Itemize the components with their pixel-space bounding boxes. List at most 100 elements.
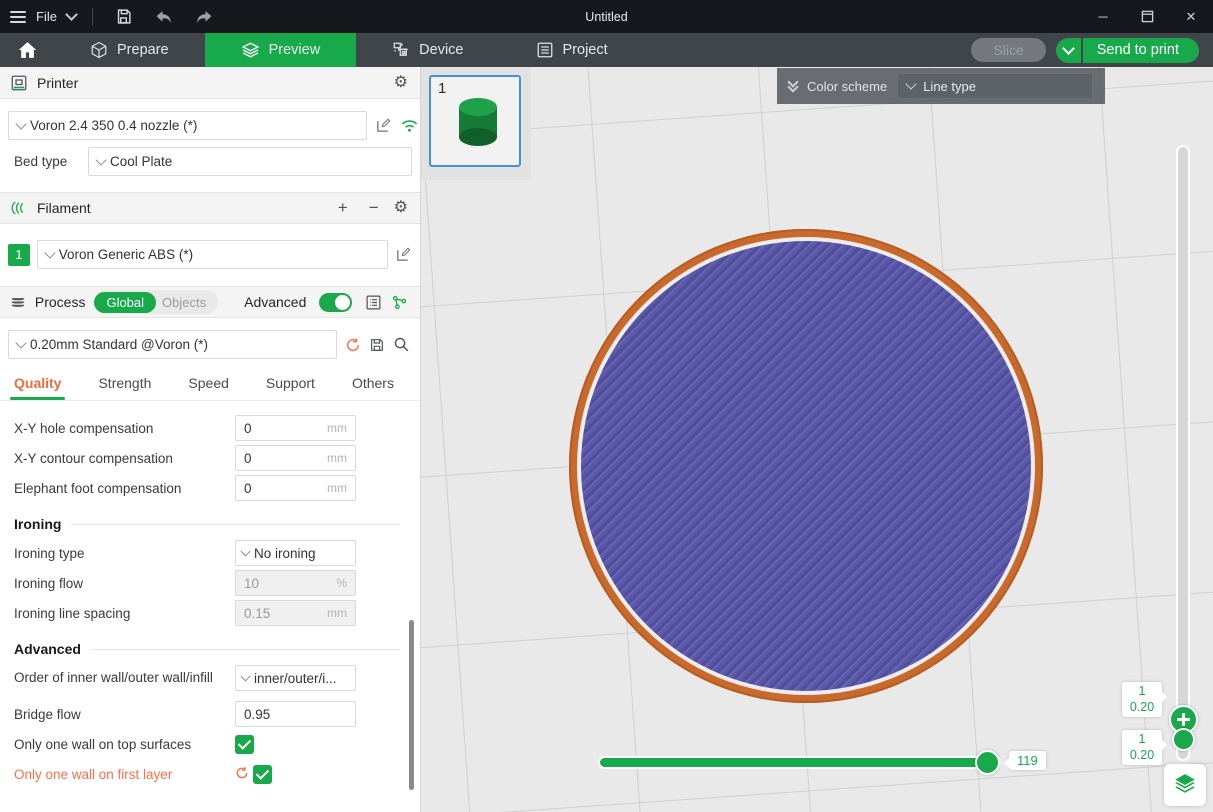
process-preset-select[interactable]: 0.20mm Standard @Voron (*) <box>8 330 337 359</box>
add-filament-button[interactable]: + <box>332 198 354 218</box>
xy-contour-compensation-input[interactable]: 0 mm <box>235 445 356 471</box>
move-slider-value: 119 <box>1009 751 1046 770</box>
layer-tooltip-bottom: 1 0.20 <box>1122 730 1162 765</box>
advanced-section-title: Advanced <box>14 641 81 657</box>
collapse-icon[interactable] <box>789 82 797 91</box>
ironing-type-select[interactable]: No ironing <box>235 540 356 566</box>
wall-order-select[interactable]: inner/outer/i... <box>235 665 356 691</box>
param-row: Order of inner wall/outer wall/infill in… <box>14 663 420 693</box>
move-slider-handle[interactable] <box>975 750 1000 775</box>
param-row: Ironing line spacing 0.15 mm <box>14 598 420 628</box>
tab-bar: Prepare Preview Device Project Slice Sen… <box>0 33 1213 67</box>
process-icon <box>10 294 26 310</box>
tab-others[interactable]: Others <box>352 373 394 400</box>
tab-speed[interactable]: Speed <box>188 373 228 400</box>
advanced-label: Advanced <box>244 294 306 310</box>
advanced-toggle[interactable] <box>319 293 352 312</box>
color-scheme-select[interactable]: Line type <box>897 73 1093 99</box>
revert-setting-icon[interactable] <box>235 766 249 783</box>
save-preset-icon[interactable] <box>369 337 385 353</box>
sliced-layer-top-view[interactable] <box>569 229 1043 703</box>
redo-icon[interactable] <box>189 5 219 29</box>
ironing-flow-input: 10 % <box>235 570 356 596</box>
ironing-line-spacing-input: 0.15 mm <box>235 600 356 626</box>
chevron-down-icon <box>906 78 917 89</box>
slice-button[interactable]: Slice <box>971 38 1045 62</box>
only-one-wall-top-checkbox[interactable] <box>235 735 254 754</box>
home-button[interactable] <box>0 33 54 67</box>
chevron-down-icon <box>241 672 251 682</box>
chevron-down-icon <box>15 118 26 129</box>
divider <box>92 8 93 26</box>
global-objects-switch[interactable]: Global Objects <box>94 290 218 314</box>
edit-filament-icon[interactable] <box>395 246 412 263</box>
layers-view-button[interactable] <box>1164 764 1206 806</box>
tab-strength[interactable]: Strength <box>98 373 151 400</box>
minimize-button[interactable]: ─ <box>1081 0 1125 33</box>
menu-icon[interactable] <box>10 11 26 23</box>
cube-icon <box>90 41 108 59</box>
bridge-flow-input[interactable]: 0.95 <box>235 701 356 727</box>
revert-process-icon[interactable] <box>345 337 361 353</box>
tab-preview[interactable]: Preview <box>205 33 357 67</box>
bed-type-select[interactable]: Cool Plate <box>88 147 412 176</box>
filament-icon <box>10 199 28 217</box>
elephant-foot-compensation-input[interactable]: 0 mm <box>235 475 356 501</box>
param-row: X-Y contour compensation 0 mm <box>14 443 420 473</box>
file-menu[interactable]: File <box>36 9 57 24</box>
filament-preset-select[interactable]: Voron Generic ABS (*) <box>37 240 388 269</box>
printer-settings-gear-icon[interactable]: ⚙ <box>394 75 408 91</box>
save-icon[interactable] <box>109 5 139 29</box>
view-list-icon[interactable] <box>365 294 382 311</box>
send-dropdown-button[interactable] <box>1056 38 1081 63</box>
tab-quality[interactable]: Quality <box>14 373 61 400</box>
edit-printer-icon[interactable] <box>375 117 392 134</box>
device-icon <box>392 41 410 59</box>
filament-settings-gear-icon[interactable]: ⚙ <box>394 200 408 216</box>
layer-tooltip-top: 1 0.20 <box>1122 682 1162 717</box>
tab-device[interactable]: Device <box>356 33 499 67</box>
layers-icon <box>1172 772 1198 798</box>
chevron-down-icon <box>95 154 106 165</box>
tab-project[interactable]: Project <box>500 33 644 67</box>
param-row: Only one wall on top surfaces <box>14 729 420 759</box>
list-icon <box>536 41 554 59</box>
panel-scrollbar[interactable] <box>409 620 414 790</box>
printer-preset-select[interactable]: Voron 2.4 350 0.4 nozzle (*) <box>8 111 367 140</box>
settings-panel: Printer ⚙ Voron 2.4 350 0.4 nozzle (*) B… <box>0 67 421 812</box>
undo-icon[interactable] <box>149 5 179 29</box>
process-graph-icon[interactable] <box>391 294 408 311</box>
objects-option[interactable]: Objects <box>156 292 218 313</box>
plate-thumbnail[interactable]: 1 <box>429 75 521 167</box>
title-bar: File Untitled ─ ✕ <box>0 0 1213 33</box>
wifi-icon[interactable] <box>400 118 419 133</box>
send-to-print-button[interactable]: Send to print <box>1083 38 1199 63</box>
close-button[interactable]: ✕ <box>1169 0 1213 33</box>
tab-prepare[interactable]: Prepare <box>54 33 205 67</box>
remove-filament-button[interactable]: − <box>363 198 385 218</box>
process-section-header: Process Global Objects Advanced <box>0 286 420 318</box>
preview-viewport[interactable]: 1 Color scheme Line type 119 1 0.20 <box>421 67 1213 812</box>
search-icon[interactable] <box>393 336 410 353</box>
move-slider-track[interactable] <box>598 756 1002 769</box>
ironing-section-title: Ironing <box>14 516 61 532</box>
global-option[interactable]: Global <box>94 292 156 313</box>
object-cylinder-thumbnail <box>431 77 519 165</box>
chevron-down-icon <box>44 247 55 258</box>
color-scheme-bar: Color scheme Line type <box>777 68 1105 104</box>
only-one-wall-first-checkbox[interactable] <box>253 765 272 784</box>
xy-hole-compensation-input[interactable]: 0 mm <box>235 415 356 441</box>
chevron-down-icon <box>241 547 251 557</box>
infill-pattern <box>581 241 1031 691</box>
filament-slot-badge[interactable]: 1 <box>8 244 30 266</box>
process-tabs: Quality Strength Speed Support Others <box>0 359 420 401</box>
tab-support[interactable]: Support <box>266 373 315 400</box>
chevron-down-icon[interactable] <box>65 8 78 21</box>
maximize-button[interactable] <box>1125 0 1169 33</box>
bed-type-label: Bed type <box>8 154 88 169</box>
color-scheme-label: Color scheme <box>807 79 887 94</box>
layer-slider-lower-handle[interactable] <box>1172 728 1195 751</box>
layer-slider-track[interactable] <box>1176 145 1190 761</box>
layers-icon <box>241 41 260 59</box>
param-row: Elephant foot compensation 0 mm <box>14 473 420 503</box>
